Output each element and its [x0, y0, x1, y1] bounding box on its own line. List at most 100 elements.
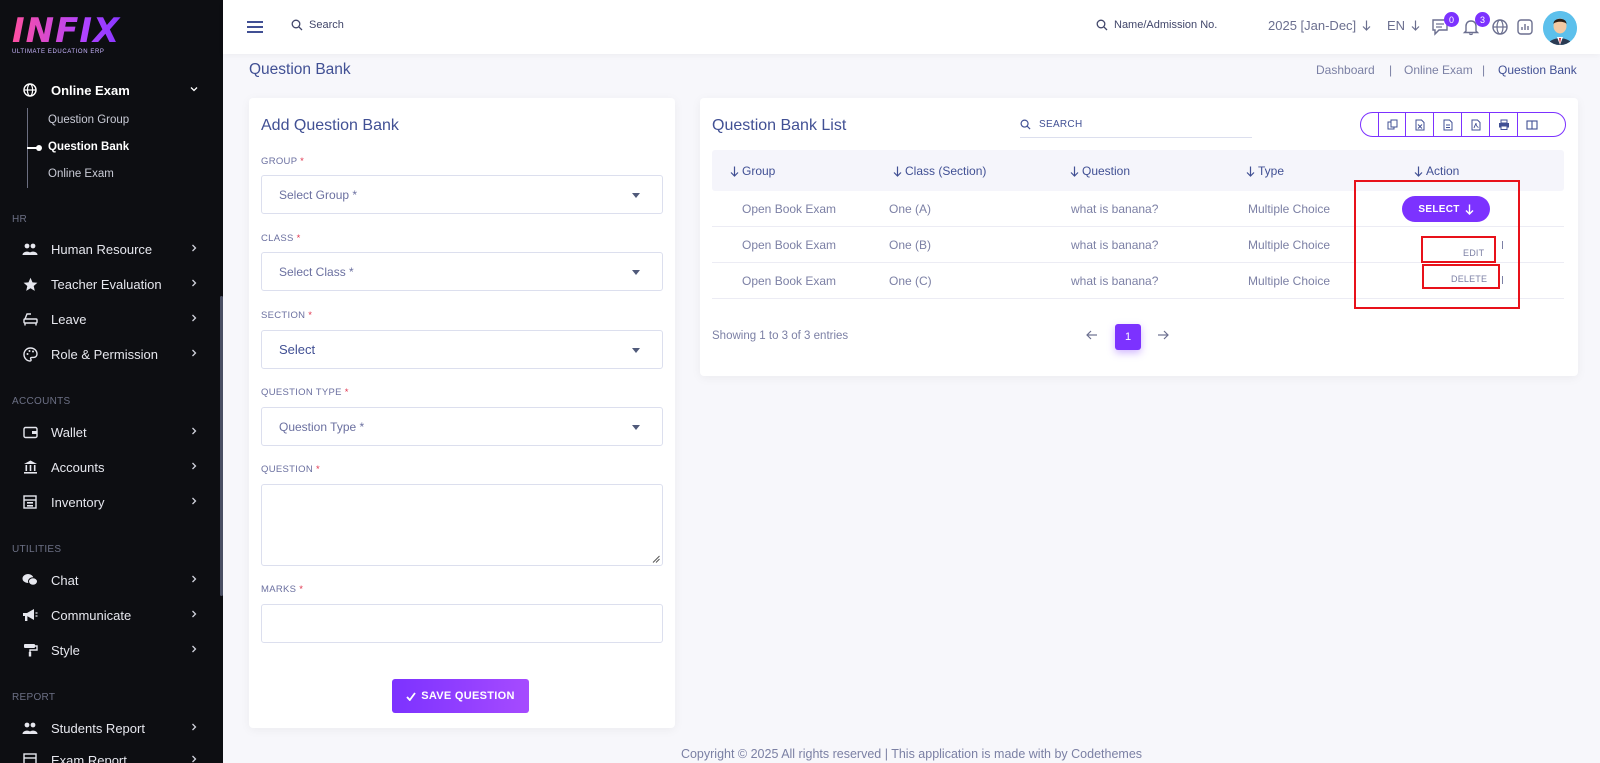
column-header-action[interactable]: Action: [1414, 164, 1459, 178]
sidebar-item-communicate[interactable]: Communicate: [0, 600, 210, 630]
class-select[interactable]: Select Class *: [261, 252, 663, 291]
user-avatar[interactable]: [1543, 11, 1577, 45]
star-icon: [22, 276, 38, 292]
column-label: Question: [1082, 164, 1131, 178]
brand-logo[interactable]: INFIX ULTIMATE EDUCATION ERP: [12, 14, 132, 58]
dashboard-stats-button[interactable]: [1516, 18, 1536, 38]
column-header-question[interactable]: Question: [1070, 164, 1130, 178]
sort-icon: [1070, 166, 1079, 177]
cell-question: what is banana?: [1071, 202, 1159, 216]
sidebar-item-role-permission[interactable]: Role & Permission: [0, 339, 210, 369]
class-label-text: CLASS: [261, 233, 294, 244]
messages-badge: 0: [1444, 12, 1459, 27]
sort-icon: [893, 166, 902, 177]
sidebar-item-label: Teacher Evaluation: [51, 276, 162, 292]
language-select[interactable]: EN: [1387, 18, 1420, 33]
sidebar-item-accounts[interactable]: Accounts: [0, 452, 210, 482]
previous-page-icon[interactable]: [1086, 330, 1100, 342]
question-type-label: QUESTION TYPE *: [261, 387, 349, 398]
question-label: QUESTION *: [261, 464, 320, 475]
save-question-button[interactable]: SAVE QUESTION: [392, 679, 529, 713]
sort-icon: [1246, 166, 1255, 177]
cell-class: One (B): [889, 238, 932, 252]
cell-question: what is banana?: [1071, 274, 1159, 288]
group-label-text: GROUP: [261, 156, 298, 167]
sidebar-item-teacher-evaluation[interactable]: Teacher Evaluation: [0, 269, 210, 299]
sidebar-subitem-question-group[interactable]: Question Group: [48, 114, 129, 126]
sidebar-subitem-online-exam[interactable]: Online Exam: [48, 168, 114, 180]
sidebar-item-chat[interactable]: Chat: [0, 565, 210, 595]
menu-toggle-icon[interactable]: [247, 20, 263, 34]
column-label: Class (Section): [905, 164, 987, 178]
sidebar-item-label: Style: [51, 642, 80, 658]
student-search-input[interactable]: Name/Admission No.: [1096, 19, 1217, 31]
logo-text: INFIX: [12, 14, 132, 48]
resize-handle-icon[interactable]: [652, 555, 660, 563]
sort-icon: [730, 166, 739, 177]
print-button[interactable]: [1490, 112, 1518, 137]
global-search-input[interactable]: Search: [291, 19, 344, 31]
form-title: Add Question Bank: [261, 117, 399, 134]
csv-button[interactable]: [1434, 112, 1462, 137]
sidebar-item-online-exam[interactable]: Online Exam: [0, 75, 210, 105]
list-search-input[interactable]: SEARCH: [1020, 112, 1252, 138]
megaphone-icon: [22, 607, 38, 623]
website-button[interactable]: [1491, 18, 1511, 38]
notifications-button[interactable]: 3: [1462, 12, 1490, 38]
search-icon: [1020, 119, 1039, 130]
sidebar-item-inventory[interactable]: Inventory: [0, 487, 210, 517]
sidebar-item-exam-report[interactable]: Exam Report: [0, 745, 210, 763]
sidebar-item-label: Role & Permission: [51, 346, 158, 362]
sidebar-scrollbar[interactable]: [220, 296, 223, 596]
marks-label-text: MARKS: [261, 584, 297, 595]
list-search-placeholder: SEARCH: [1039, 119, 1083, 130]
next-page-icon[interactable]: [1157, 330, 1171, 342]
caret-down-icon: [632, 193, 640, 198]
question-bank-list-panel: Question Bank List SEARCH Group Class (S…: [700, 98, 1578, 376]
messages-button[interactable]: 0: [1431, 12, 1459, 38]
cell-type: Multiple Choice: [1248, 274, 1331, 288]
sidebar-item-wallet[interactable]: Wallet: [0, 417, 210, 447]
column-header-class[interactable]: Class (Section): [893, 164, 986, 178]
question-type-select[interactable]: Question Type *: [261, 407, 663, 446]
sidebar-item-human-resource[interactable]: Human Resource: [0, 234, 210, 264]
pdf-button[interactable]: [1462, 112, 1490, 137]
section-select[interactable]: Select: [261, 330, 663, 369]
page-title: Question Bank: [249, 61, 351, 78]
breadcrumb-dashboard[interactable]: Dashboard: [1316, 63, 1375, 77]
add-question-bank-panel: Add Question Bank GROUP * Select Group *…: [249, 98, 675, 728]
column-header-group[interactable]: Group: [730, 164, 775, 178]
save-button-label: SAVE QUESTION: [421, 690, 515, 702]
sidebar-item-style[interactable]: Style: [0, 635, 210, 665]
page-1-button[interactable]: 1: [1115, 324, 1141, 350]
chart-icon: [1516, 18, 1536, 36]
question-label-text: QUESTION: [261, 464, 314, 475]
question-textarea[interactable]: [261, 484, 663, 566]
chevron-right-icon: [190, 645, 198, 653]
entries-info: Showing 1 to 3 of 3 entries: [712, 330, 849, 342]
excel-button[interactable]: [1406, 112, 1434, 137]
caret-down-icon: [632, 270, 640, 275]
sidebar-item-students-report[interactable]: Students Report: [0, 713, 210, 743]
cell-question: what is banana?: [1071, 238, 1159, 252]
breadcrumb-online-exam[interactable]: Online Exam: [1404, 63, 1473, 77]
columns-button[interactable]: [1518, 112, 1546, 137]
chevron-down-icon: [190, 85, 198, 93]
group-select[interactable]: Select Group *: [261, 175, 663, 214]
arrow-down-icon: [1362, 20, 1371, 31]
sidebar-item-label: Human Resource: [51, 241, 153, 257]
academic-year-select[interactable]: 2025 [Jan-Dec]: [1268, 18, 1371, 33]
style-icon: [22, 642, 38, 658]
search-icon: [1096, 19, 1114, 31]
cell-class: One (C): [889, 274, 932, 288]
sidebar-subitem-question-bank[interactable]: Question Bank: [48, 141, 129, 153]
chevron-right-icon: [190, 497, 198, 505]
copy-button[interactable]: [1378, 112, 1406, 137]
sidebar-item-leave[interactable]: Leave: [0, 304, 210, 334]
section-label: SECTION *: [261, 310, 312, 321]
globe-icon: [22, 82, 38, 98]
column-header-type[interactable]: Type: [1246, 164, 1284, 178]
section-select-value: Select: [279, 342, 316, 357]
marks-input[interactable]: [261, 604, 663, 643]
required-mark: *: [315, 464, 320, 475]
